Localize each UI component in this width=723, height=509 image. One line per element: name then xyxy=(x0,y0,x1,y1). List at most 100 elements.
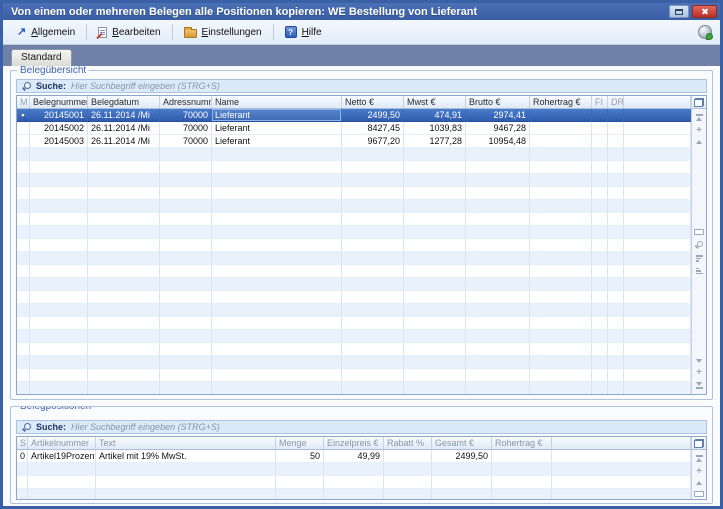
column-header-rabatt[interactable]: Rabatt % xyxy=(384,437,432,449)
cell-adressnummer: 70000 xyxy=(160,135,212,148)
empty-row xyxy=(17,265,691,278)
column-header-menge[interactable]: Menge xyxy=(276,437,324,449)
cell-belegdatum: 26.11.2014 /Mi xyxy=(88,135,160,148)
cell-name: Lieferant xyxy=(212,135,342,148)
column-header-name[interactable]: Name xyxy=(212,96,342,108)
cell-rohertrag xyxy=(530,109,592,122)
search-label: Suche: xyxy=(36,81,66,91)
scroll-to-top-button[interactable] xyxy=(696,455,703,462)
column-header-gesamt[interactable]: Gesamt € xyxy=(432,437,492,449)
column-header-dr[interactable]: DR xyxy=(608,96,624,108)
column-header-belegdatum[interactable]: Belegdatum xyxy=(88,96,160,108)
column-header-fi[interactable]: FI xyxy=(592,96,608,108)
keyboard-button[interactable] xyxy=(694,491,704,497)
cell-belegnummer: 20145003 xyxy=(30,135,88,148)
scroll-down-button[interactable] xyxy=(696,359,702,363)
scroll-to-bottom-button[interactable] xyxy=(696,382,703,389)
empty-row xyxy=(17,476,691,489)
dialog-window: Von einem oder mehreren Belegen alle Pos… xyxy=(0,0,723,509)
table-row-selected[interactable]: ▪ 20145001 26.11.2014 /Mi 70000 Lieferan… xyxy=(17,109,691,122)
scroll-to-top-button[interactable] xyxy=(696,114,703,121)
add-record-button[interactable] xyxy=(696,468,702,475)
cell-netto: 2499,50 xyxy=(342,109,404,122)
cell-fi xyxy=(592,135,608,148)
column-header-adressnummer[interactable]: Adressnumm xyxy=(160,96,212,108)
cell-belegnummer: 20145001 xyxy=(30,109,88,122)
cell-brutto: 9467,28 xyxy=(466,122,530,135)
add-record-button[interactable] xyxy=(696,127,702,134)
window-title: Von einem oder mehreren Belegen alle Pos… xyxy=(11,6,666,18)
cell-dr xyxy=(608,135,624,148)
column-header-einzelpreis[interactable]: Einzelpreis € xyxy=(324,437,384,449)
search-placeholder: Hier Suchbegriff eingeben (STRG+S) xyxy=(71,81,220,91)
empty-row xyxy=(17,330,691,343)
positionen-grid: S Artikelnummer Text Menge Einzelpreis €… xyxy=(16,436,707,500)
column-header-brutto[interactable]: Brutto € xyxy=(466,96,530,108)
empty-row xyxy=(17,343,691,356)
close-button[interactable] xyxy=(692,5,717,18)
column-header-s[interactable]: S xyxy=(17,437,28,449)
column-header-rohertrag[interactable]: Rohertrag € xyxy=(492,437,552,449)
tab-standard[interactable]: Standard xyxy=(11,49,72,66)
table-row[interactable]: 20145002 26.11.2014 /Mi 70000 Lieferant … xyxy=(17,122,691,135)
maximize-button[interactable] xyxy=(669,5,689,18)
column-header-netto[interactable]: Netto € xyxy=(342,96,404,108)
column-chooser-button[interactable] xyxy=(694,98,704,107)
tab-strip: Standard xyxy=(3,45,720,66)
column-header-artikelnummer[interactable]: Artikelnummer xyxy=(28,437,96,449)
group-belegpositionen: Belegpositionen Suche: Hier Suchbegriff … xyxy=(10,406,713,504)
cell-mwst: 1277,28 xyxy=(404,135,466,148)
column-chooser-button[interactable] xyxy=(694,439,704,448)
cell-belegnummer: 20145002 xyxy=(30,122,88,135)
scroll-up-button[interactable] xyxy=(696,481,702,485)
menu-hilfe[interactable]: Hilfe xyxy=(277,23,330,41)
belege-grid-header: M Belegnummer Belegdatum Adressnumm Name… xyxy=(17,96,691,109)
empty-row xyxy=(17,369,691,382)
scroll-up-button[interactable] xyxy=(696,140,702,144)
cell-filler xyxy=(624,109,691,122)
toolbar-separator xyxy=(86,24,87,40)
menu-allgemein-label: Allgemein xyxy=(31,27,75,38)
titlebar[interactable]: Von einem oder mehreren Belegen alle Pos… xyxy=(3,3,720,20)
toolbar: Allgemein Bearbeiten Einstellungen Hilfe xyxy=(3,20,720,45)
menu-bearbeiten-label: Bearbeiten xyxy=(112,27,160,38)
empty-row xyxy=(17,489,691,499)
column-header-text[interactable]: Text xyxy=(96,437,276,449)
cell-einzelpreis: 49,99 xyxy=(324,450,384,463)
cell-filler xyxy=(624,135,691,148)
column-header-m[interactable]: M xyxy=(17,96,30,108)
cell-dr xyxy=(608,122,624,135)
sort-descending-button[interactable] xyxy=(696,255,703,262)
search-bar-belege[interactable]: Suche: Hier Suchbegriff eingeben (STRG+S… xyxy=(16,79,707,93)
table-row[interactable]: 0 Artikel19Prozent Artikel mit 19% MwSt.… xyxy=(17,450,691,463)
column-header-mwst[interactable]: Mwst € xyxy=(404,96,466,108)
column-header-rohertrag[interactable]: Rohertrag € xyxy=(530,96,592,108)
sort-ascending-button[interactable] xyxy=(696,268,703,275)
search-placeholder: Hier Suchbegriff eingeben (STRG+S) xyxy=(71,422,220,432)
cell-filler xyxy=(552,450,691,463)
empty-row xyxy=(17,317,691,330)
keyboard-button[interactable] xyxy=(694,229,704,235)
search-bar-positionen[interactable]: Suche: Hier Suchbegriff eingeben (STRG+S… xyxy=(16,420,707,434)
menu-einstellungen[interactable]: Einstellungen xyxy=(176,23,270,41)
empty-row xyxy=(17,463,691,476)
toolbar-separator xyxy=(172,24,173,40)
cell-brutto: 2974,41 xyxy=(466,109,530,122)
column-header-filler xyxy=(624,96,691,108)
globe-dot-icon xyxy=(706,33,713,40)
menu-allgemein[interactable]: Allgemein xyxy=(9,24,83,41)
add-record-button[interactable] xyxy=(696,369,702,376)
group-label-beleguebersicht: Belegübersicht xyxy=(17,66,89,76)
globe-icon[interactable] xyxy=(698,25,712,39)
help-question-icon xyxy=(285,26,297,38)
table-row[interactable]: 20145003 26.11.2014 /Mi 70000 Lieferant … xyxy=(17,135,691,148)
cell-marker xyxy=(17,122,30,135)
search-label: Suche: xyxy=(36,422,66,432)
empty-row xyxy=(17,291,691,304)
search-button[interactable] xyxy=(695,241,703,249)
column-header-belegnummer[interactable]: Belegnummer xyxy=(30,96,88,108)
empty-row xyxy=(17,161,691,174)
cell-gesamt: 2499,50 xyxy=(432,450,492,463)
menu-bearbeiten[interactable]: Bearbeiten xyxy=(90,24,168,41)
empty-row xyxy=(17,304,691,317)
